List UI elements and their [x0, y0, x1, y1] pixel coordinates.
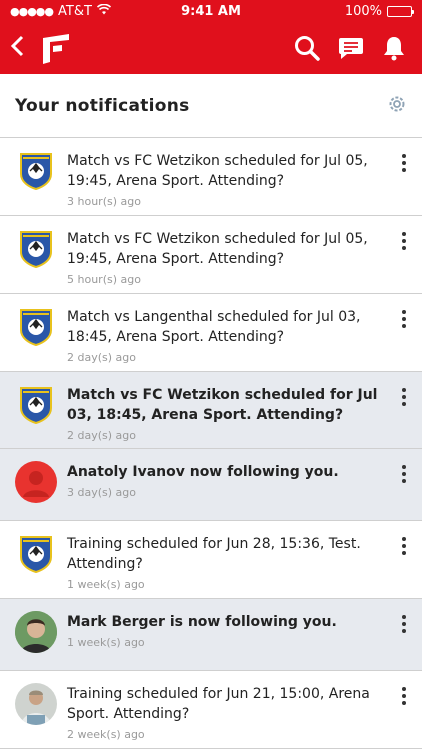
notification-text: Match vs FC Wetzikon scheduled for Jul 0… [67, 387, 378, 423]
notification-text: Match vs Langenthal scheduled for Jul 03… [67, 309, 361, 345]
carrier-label: AT&T [58, 3, 92, 19]
notification-body: Match vs FC Wetzikon scheduled for Jul 0… [67, 150, 394, 208]
default-avatar [15, 461, 57, 503]
team-crest-icon [15, 533, 57, 575]
more-options-icon[interactable] [394, 150, 414, 172]
gear-icon[interactable] [387, 94, 407, 118]
team-crest-icon [15, 228, 57, 270]
notification-list: Match vs FC Wetzikon scheduled for Jul 0… [0, 138, 422, 749]
notification-time: 3 day(s) ago [67, 486, 136, 499]
notification-time: 1 week(s) ago [67, 636, 145, 649]
status-bar: ●●●●● AT&T 9:41 AM 100% [0, 0, 422, 22]
notification-time: 5 hour(s) ago [67, 273, 141, 286]
app-logo [40, 32, 72, 64]
notification-item[interactable]: Anatoly Ivanov now following you. 3 day(s… [0, 449, 422, 521]
notification-body: Match vs FC Wetzikon scheduled for Jul 0… [67, 228, 394, 286]
more-options-icon[interactable] [394, 384, 414, 406]
notification-item[interactable]: Training scheduled for Jun 28, 15:36, Te… [0, 521, 422, 599]
more-options-icon[interactable] [394, 533, 414, 555]
notification-body: Mark Berger is now following you. 1 week(… [67, 611, 394, 649]
notification-item[interactable]: Match vs FC Wetzikon scheduled for Jul 0… [0, 216, 422, 294]
more-options-icon[interactable] [394, 461, 414, 483]
notification-text: Anatoly Ivanov now following you. [67, 464, 339, 480]
notification-item[interactable]: Match vs FC Wetzikon scheduled for Jul 0… [0, 138, 422, 216]
wifi-icon [96, 3, 111, 19]
signal-icon: ●●●●● [10, 4, 54, 18]
battery-icon [387, 5, 414, 17]
bell-icon[interactable] [382, 35, 406, 61]
page-title: Your notifications [15, 95, 190, 116]
more-options-icon[interactable] [394, 683, 414, 705]
notification-item[interactable]: Training scheduled for Jun 21, 15:00, Ar… [0, 671, 422, 749]
more-options-icon[interactable] [394, 306, 414, 328]
notification-text: Training scheduled for Jun 28, 15:36, Te… [67, 536, 361, 572]
notification-text: Match vs FC Wetzikon scheduled for Jul 0… [67, 231, 368, 267]
team-crest-icon [15, 150, 57, 192]
notification-body: Training scheduled for Jun 28, 15:36, Te… [67, 533, 394, 591]
chat-icon[interactable] [338, 36, 364, 60]
notification-text: Match vs FC Wetzikon scheduled for Jul 0… [67, 153, 368, 189]
more-options-icon[interactable] [394, 611, 414, 633]
avatar [15, 611, 57, 653]
app-bar [0, 22, 422, 74]
notification-body: Match vs FC Wetzikon scheduled for Jul 0… [67, 384, 394, 442]
notification-item[interactable]: Mark Berger is now following you. 1 week(… [0, 599, 422, 671]
notification-body: Match vs Langenthal scheduled for Jul 03… [67, 306, 394, 364]
team-crest-icon [15, 306, 57, 348]
more-options-icon[interactable] [394, 228, 414, 250]
notification-time: 2 day(s) ago [67, 429, 136, 442]
notification-time: 3 hour(s) ago [67, 195, 141, 208]
notification-time: 2 day(s) ago [67, 351, 136, 364]
notification-item[interactable]: Match vs FC Wetzikon scheduled for Jul 0… [0, 372, 422, 449]
notification-text: Training scheduled for Jun 21, 15:00, Ar… [67, 686, 370, 722]
search-icon[interactable] [294, 35, 320, 61]
notification-time: 2 week(s) ago [67, 728, 145, 741]
notification-item[interactable]: Match vs Langenthal scheduled for Jul 03… [0, 294, 422, 372]
battery-label: 100% [344, 3, 382, 19]
team-crest-icon [15, 384, 57, 426]
notifications-header: Your notifications [0, 74, 422, 138]
back-icon[interactable] [10, 35, 32, 62]
notification-text: Mark Berger is now following you. [67, 614, 337, 630]
avatar [15, 683, 57, 725]
notification-body: Anatoly Ivanov now following you. 3 day(s… [67, 461, 394, 499]
notification-time: 1 week(s) ago [67, 578, 145, 591]
notification-body: Training scheduled for Jun 21, 15:00, Ar… [67, 683, 394, 741]
clock: 9:41 AM [181, 3, 241, 19]
